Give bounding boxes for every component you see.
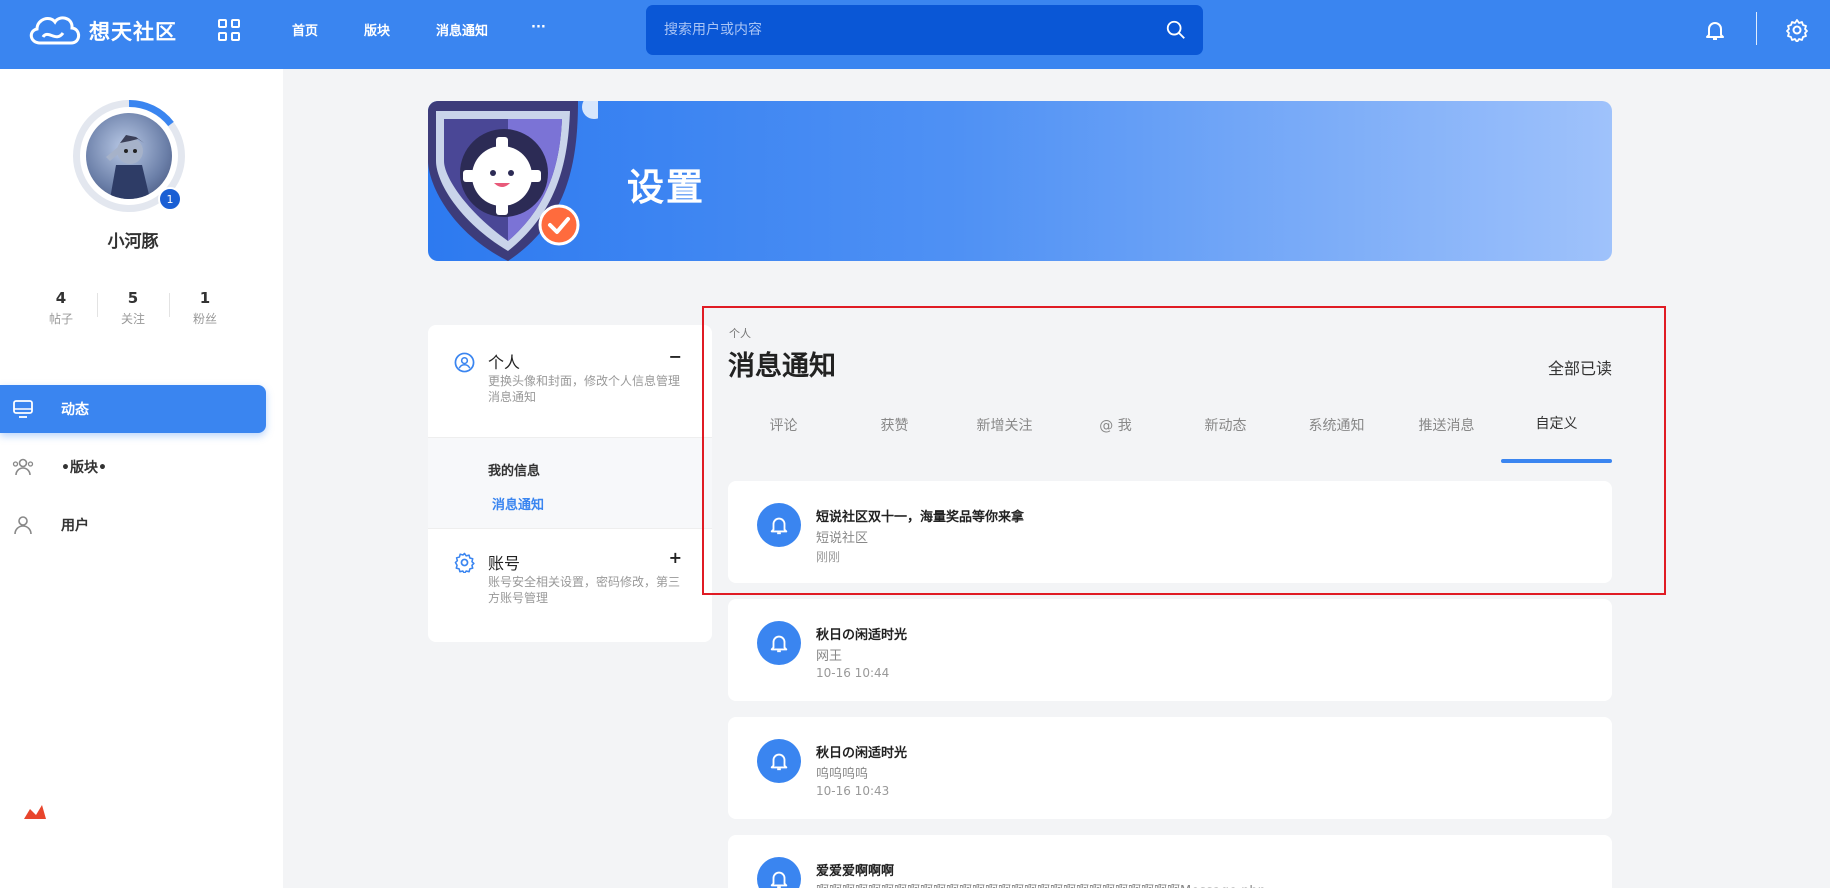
mark-all-read-button[interactable]: 全部已读 [1548,355,1612,379]
shield-gear-illustration [428,101,598,261]
username[interactable]: 小河豚 [0,227,266,252]
tab-push[interactable]: 推送消息 [1391,415,1502,435]
nav-home[interactable]: 首页 [292,20,318,39]
collapse-toggle[interactable]: − [669,347,682,366]
settings-section-account[interactable]: 账号 + 账号安全相关设置，密码修改，第三方账号管理 [428,530,712,642]
settings-section-personal[interactable]: 个人 − 更换头像和封面，修改个人信息管理消息通知 [428,325,712,437]
settings-submenu: 我的信息 消息通知 [428,437,712,529]
settings-menu-panel: 个人 − 更换头像和封面，修改个人信息管理消息通知 我的信息 消息通知 账号 +… [428,325,712,642]
stat-label: 帖子 [48,312,73,326]
stat-followers[interactable]: 1 粉丝 [169,289,241,327]
breadcrumb: 个人 [729,327,751,340]
settings-banner: 设置 [428,101,1612,261]
settings-section-desc: 账号安全相关设置，密码修改，第三方账号管理 [488,575,681,605]
stat-label: 粉丝 [192,312,217,326]
notification-time: 刚刚 [816,550,841,564]
brand-logo[interactable]: 想天社区 [26,9,177,53]
profile-stats: 4 帖子 5 关注 1 粉丝 [25,289,241,327]
tab-new-followers[interactable]: 新增关注 [949,415,1060,435]
bell-icon[interactable] [1703,18,1727,42]
user-icon [14,516,32,535]
submenu-my-info[interactable]: 我的信息 [488,460,540,479]
tab-custom[interactable]: 自定义 [1501,413,1612,433]
nav-boards[interactable]: 版块 [364,20,390,39]
sidebar-item-users[interactable]: 用户 [0,501,283,549]
stat-following[interactable]: 5 关注 [97,289,169,327]
tab-likes[interactable]: 获赞 [839,415,950,435]
search-bar [646,5,1203,55]
notification-title: 秋日の闲适时光 [816,746,908,761]
bell-icon [757,503,801,547]
sidebar-item-boards[interactable]: •版块• [0,443,283,491]
user-circle-icon [454,352,475,373]
left-sidebar: 1 小河豚 4 帖子 5 关注 1 粉丝 动态 •版块• 用户 [0,69,283,888]
search-input[interactable] [664,5,1144,55]
notification-item[interactable]: 秋日の闲适时光 呜呜呜呜 10-16 10:43 [728,717,1612,819]
notification-source: 网王 [816,649,843,664]
nav-notifications[interactable]: 消息通知 [436,20,488,39]
expand-toggle[interactable]: + [669,548,682,567]
stat-label: 关注 [120,312,145,326]
monitor-icon [13,400,33,418]
top-navbar: 想天社区 首页 版块 消息通知 ··· [0,0,1830,69]
notification-source: 短说社区 [816,531,869,546]
settings-section-title: 账号 [488,554,521,573]
sidebar-item-label: 动态 [61,402,89,418]
stat-posts[interactable]: 4 帖子 [25,289,97,327]
stat-value: 4 [55,289,67,307]
banner-title: 设置 [627,166,705,209]
notification-item[interactable]: 秋日の闲适时光 网王 10-16 10:44 [728,599,1612,701]
notification-source: 啊啊啊啊啊啊啊啊啊啊啊啊啊啊啊啊啊啊啊啊啊啊啊啊啊啊啊啊Message.php [816,880,1456,888]
search-icon[interactable] [1165,19,1187,41]
stat-value: 5 [127,289,139,307]
gear-icon[interactable] [1785,18,1809,42]
notification-title: 秋日の闲适时光 [816,628,908,643]
bell-icon [757,739,801,783]
notification-item[interactable]: 爱爱爱啊啊啊 啊啊啊啊啊啊啊啊啊啊啊啊啊啊啊啊啊啊啊啊啊啊啊啊啊啊啊啊Messa… [728,835,1612,888]
notification-item[interactable]: 短说社区双十一，海量奖品等你来拿 短说社区 刚刚 [728,481,1612,583]
nav-more[interactable]: ··· [531,20,546,35]
tab-mentions[interactable]: @ 我 [1060,415,1171,435]
notification-time: 10-16 10:43 [816,784,890,798]
avatar-figure-icon [106,135,150,199]
avatar[interactable] [86,113,172,199]
notification-title: 短说社区双十一，海量奖品等你来拿 [816,510,1025,525]
settings-section-desc: 更换头像和封面，修改个人信息管理消息通知 [488,374,681,404]
notification-tabs: 评论 获赞 新增关注 @ 我 新动态 系统通知 推送消息 自定义 [728,405,1612,465]
stat-value: 1 [199,289,211,307]
sidebar-item-feed[interactable]: 动态 [0,385,266,433]
toolbar-divider [1756,12,1757,45]
submenu-notifications[interactable]: 消息通知 [492,494,544,513]
settings-gear-icon [454,552,475,573]
settings-section-title: 个人 [488,353,521,372]
sidebar-menu: 动态 •版块• 用户 [0,385,283,559]
bell-icon [757,857,801,888]
cloud-logo-icon [29,16,81,45]
tab-system[interactable]: 系统通知 [1281,415,1392,435]
brand-name: 想天社区 [89,20,177,44]
apps-grid-icon[interactable] [218,19,240,41]
bell-icon [757,621,801,665]
corner-logo-icon [24,805,46,819]
notification-time: 10-16 10:44 [816,666,890,680]
active-tab-indicator [1501,459,1612,463]
notification-source: 呜呜呜呜 [816,767,869,782]
level-badge: 1 [158,187,182,211]
tab-comments[interactable]: 评论 [728,415,839,435]
users-icon [12,458,34,476]
tab-new-activity[interactable]: 新动态 [1170,415,1281,435]
sidebar-item-label: •版块• [61,460,107,476]
sidebar-item-label: 用户 [61,518,89,534]
page-title: 消息通知 [728,351,836,382]
notification-title: 爱爱爱啊啊啊 [816,864,895,879]
